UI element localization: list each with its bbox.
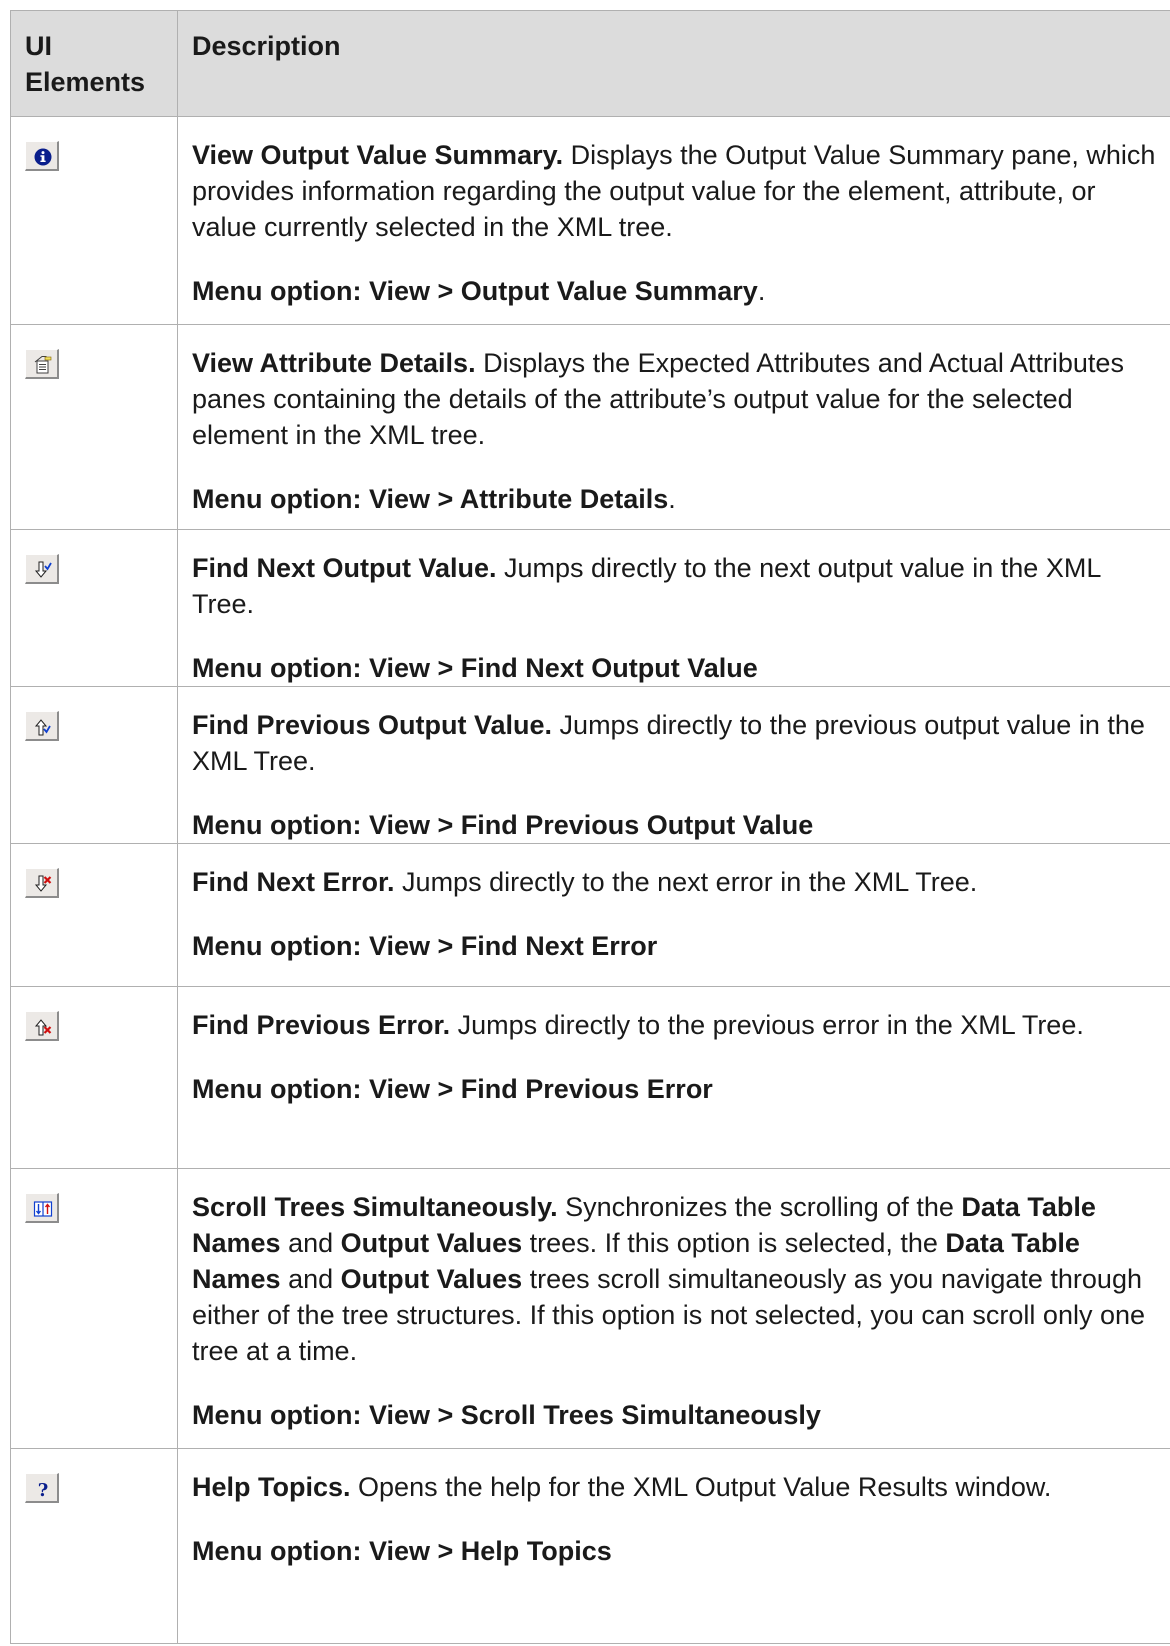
description-text: Find Previous Error. Jumps directly to t…: [192, 1007, 1158, 1043]
menu-option: Menu option: View > Attribute Details.: [192, 481, 1158, 517]
menu-option-text: Menu option: View > Output Value Summary: [192, 276, 758, 306]
menu-option: Menu option: View > Find Previous Error: [192, 1071, 1158, 1107]
menu-option-text: Menu option: View > Find Previous Output…: [192, 810, 814, 840]
help-icon[interactable]: ?: [25, 1473, 59, 1503]
desc-part: trees. If this option is selected, the: [522, 1228, 946, 1258]
ui-element-cell: [10, 843, 178, 987]
element-title: Help Topics.: [192, 1472, 351, 1502]
ui-element-cell: [10, 1168, 178, 1449]
description-cell: Find Next Error. Jumps directly to the n…: [177, 843, 1170, 987]
ui-element-cell: [10, 986, 178, 1169]
header-ui-elements: UI Elements: [10, 10, 178, 117]
description-cell: Help Topics. Opens the help for the XML …: [177, 1448, 1170, 1644]
description-text: Scroll Trees Simultaneously. Synchronize…: [192, 1189, 1158, 1369]
find-previous-error-icon[interactable]: [25, 1011, 59, 1041]
menu-option-suffix: .: [668, 484, 676, 514]
element-description: Opens the help for the XML Output Value …: [350, 1472, 1052, 1502]
element-title: View Output Value Summary.: [192, 140, 564, 170]
menu-option: Menu option: View > Find Next Error: [192, 928, 1158, 964]
description-text: Help Topics. Opens the help for the XML …: [192, 1469, 1158, 1505]
table-row: View Attribute Details. Displays the Exp…: [10, 324, 1170, 530]
element-title: Find Next Error.: [192, 867, 395, 897]
header-description: Description: [177, 10, 1170, 117]
description-text: Find Next Error. Jumps directly to the n…: [192, 864, 1158, 900]
menu-option: Menu option: View > Find Previous Output…: [192, 807, 1158, 843]
scroll-simultaneously-icon[interactable]: [25, 1193, 59, 1223]
element-title: Find Previous Output Value.: [192, 710, 553, 740]
table-row: ? Help Topics. Opens the help for the XM…: [10, 1448, 1170, 1644]
table-row: Find Previous Error. Jumps directly to t…: [10, 986, 1170, 1169]
table-header-row: UI Elements Description: [10, 10, 1170, 117]
description-cell: View Attribute Details. Displays the Exp…: [177, 324, 1170, 530]
description-cell: Find Previous Output Value. Jumps direct…: [177, 686, 1170, 844]
menu-option: Menu option: View > Scroll Trees Simulta…: [192, 1397, 1158, 1433]
menu-option-text: Menu option: View > Help Topics: [192, 1536, 612, 1566]
desc-part-bold: Output Values: [340, 1264, 523, 1294]
menu-option: Menu option: View > Help Topics: [192, 1533, 1158, 1569]
attribute-details-icon[interactable]: [25, 349, 59, 379]
menu-option: Menu option: View > Output Value Summary…: [192, 273, 1158, 309]
desc-part-bold: Output Values: [340, 1228, 523, 1258]
desc-part: and: [280, 1264, 341, 1294]
desc-part: and: [280, 1228, 341, 1258]
description-text: Find Previous Output Value. Jumps direct…: [192, 707, 1158, 779]
element-title: View Attribute Details.: [192, 348, 476, 378]
menu-option-suffix: .: [757, 276, 766, 306]
ui-element-cell: [10, 529, 178, 687]
menu-option-text: Menu option: View > Find Next Error: [192, 931, 658, 961]
menu-option-text: Menu option: View > Find Next Output Val…: [192, 653, 758, 683]
description-cell: Find Next Output Value. Jumps directly t…: [177, 529, 1170, 687]
element-title: Scroll Trees Simultaneously.: [192, 1192, 558, 1222]
table-row: Scroll Trees Simultaneously. Synchronize…: [10, 1168, 1170, 1449]
element-title: Find Previous Error.: [192, 1010, 451, 1040]
table-row: Find Next Output Value. Jumps directly t…: [10, 529, 1170, 687]
info-icon[interactable]: [25, 141, 59, 171]
description-cell: View Output Value Summary. Displays the …: [177, 116, 1170, 325]
menu-option-text: Menu option: View > Attribute Details: [192, 484, 669, 514]
description-text: Find Next Output Value. Jumps directly t…: [192, 550, 1158, 622]
description-text: View Attribute Details. Displays the Exp…: [192, 345, 1158, 453]
table-row: Find Next Error. Jumps directly to the n…: [10, 843, 1170, 987]
ui-element-cell: [10, 324, 178, 530]
description-text: View Output Value Summary. Displays the …: [192, 137, 1158, 245]
table-row: Find Previous Output Value. Jumps direct…: [10, 686, 1170, 844]
svg-text:?: ?: [38, 1480, 49, 1499]
element-description: Jumps directly to the next error in the …: [394, 867, 978, 897]
table-row: View Output Value Summary. Displays the …: [10, 116, 1170, 325]
element-description: Jumps directly to the previous error in …: [450, 1010, 1084, 1040]
menu-option-text: Menu option: View > Scroll Trees Simulta…: [192, 1400, 821, 1430]
description-cell: Find Previous Error. Jumps directly to t…: [177, 986, 1170, 1169]
find-next-error-icon[interactable]: [25, 868, 59, 898]
ui-element-cell: ?: [10, 1448, 178, 1644]
description-cell: Scroll Trees Simultaneously. Synchronize…: [177, 1168, 1170, 1449]
find-previous-output-icon[interactable]: [25, 711, 59, 741]
menu-option: Menu option: View > Find Next Output Val…: [192, 650, 1158, 686]
ui-element-cell: [10, 116, 178, 325]
menu-option-text: Menu option: View > Find Previous Error: [192, 1074, 713, 1104]
find-next-output-icon[interactable]: [25, 554, 59, 584]
ui-elements-table: UI Elements Description View Output Valu…: [10, 10, 1170, 1644]
element-title: Find Next Output Value.: [192, 553, 497, 583]
desc-part: Synchronizes the scrolling of the: [557, 1192, 962, 1222]
ui-element-cell: [10, 686, 178, 844]
